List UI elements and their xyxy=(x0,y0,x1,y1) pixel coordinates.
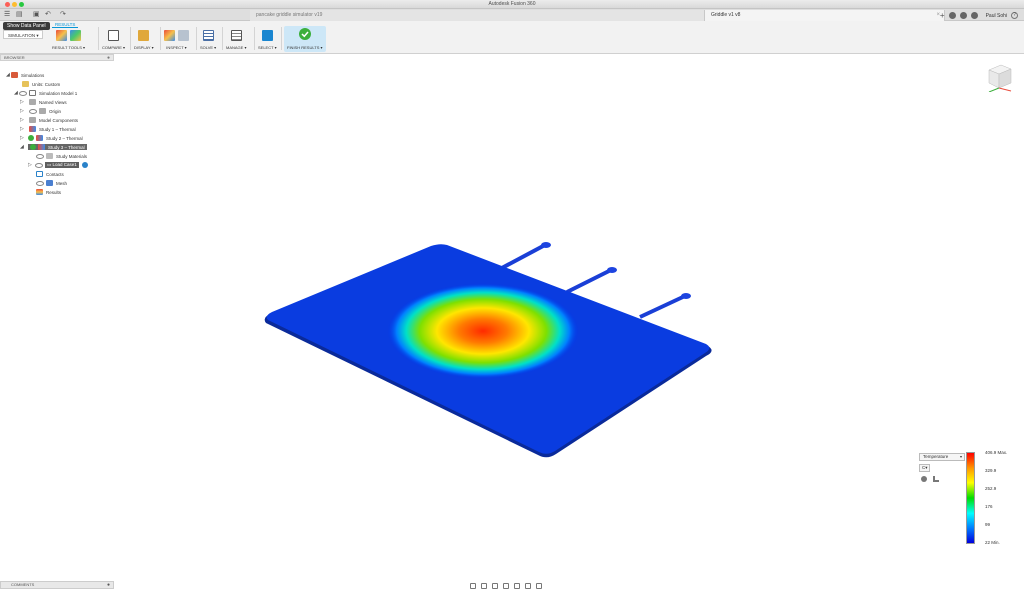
viewport[interactable] xyxy=(0,0,1024,592)
zoom-icon[interactable] xyxy=(492,582,498,589)
orbit-icon[interactable] xyxy=(470,582,476,589)
legend-tick-label: 99 xyxy=(985,522,991,527)
legend-tick-label: 176 xyxy=(985,504,993,509)
fit-icon[interactable] xyxy=(503,582,509,589)
gear-icon[interactable] xyxy=(921,476,927,482)
chevron-down-icon: ▾ xyxy=(925,465,928,470)
handle xyxy=(499,242,551,271)
legend-tick-label: 252.9 xyxy=(985,486,997,491)
legend-tick-label: 329.9 xyxy=(985,468,997,473)
navigation-bar xyxy=(470,581,542,590)
viewcube[interactable] xyxy=(985,60,1013,92)
grid-icon[interactable] xyxy=(525,582,531,589)
result-type-value: Temperature xyxy=(923,454,949,459)
unit-select[interactable]: C▾ xyxy=(919,464,930,472)
show-data-panel-tooltip: Show Data Panel xyxy=(3,22,50,30)
chart-bars-icon[interactable] xyxy=(933,476,939,482)
display-settings-icon[interactable] xyxy=(514,582,520,589)
temperature-colorbar xyxy=(966,452,975,544)
result-type-select[interactable]: Temperature ▾ xyxy=(919,453,965,461)
legend-max-label: 406.9 Max. xyxy=(985,450,1008,455)
viewports-icon[interactable] xyxy=(536,582,542,589)
legend-panel: Temperature ▾ C▾ xyxy=(919,453,965,482)
handle xyxy=(566,267,617,294)
legend-min-label: 22 Min. xyxy=(985,540,1000,545)
handle xyxy=(639,293,691,319)
pan-icon[interactable] xyxy=(481,582,487,589)
chevron-down-icon: ▾ xyxy=(959,454,962,459)
heat-zone xyxy=(387,283,579,379)
